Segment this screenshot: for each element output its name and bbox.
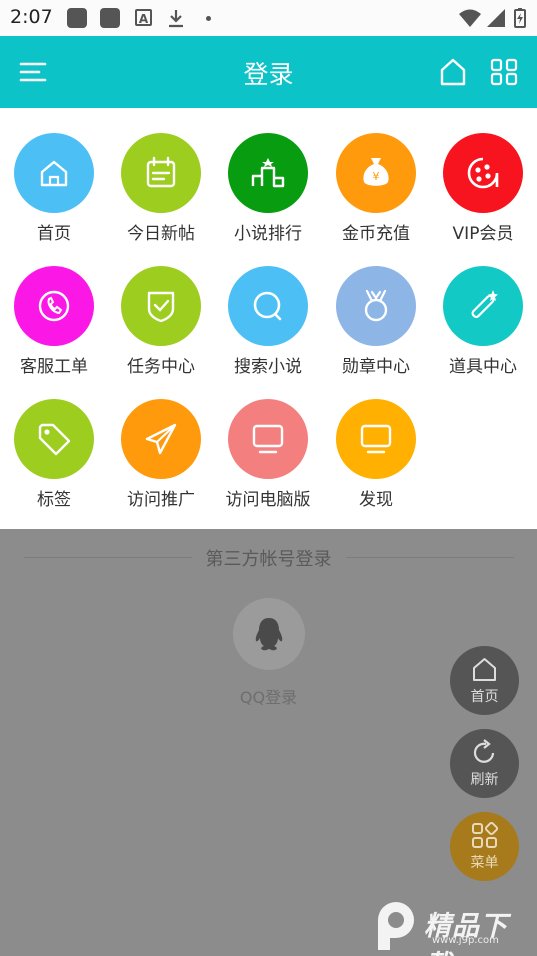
- medal-icon: [364, 289, 388, 322]
- refresh-icon: [473, 739, 495, 763]
- grid-item-circle: [336, 399, 416, 479]
- grid-item-label: 首页: [37, 224, 71, 244]
- watermark-text: 精品下载: [424, 911, 508, 956]
- app-icon: [100, 8, 120, 28]
- title-bar: 登录: [0, 36, 537, 108]
- phone-icon: [38, 290, 70, 322]
- grid-item[interactable]: 任务中心: [107, 266, 215, 396]
- grid-item-circle: [14, 133, 94, 213]
- status-bar: 2:07 A: [0, 0, 537, 36]
- grid-item[interactable]: VIP会员: [429, 133, 537, 263]
- grid-item[interactable]: 今日新帖: [107, 133, 215, 263]
- grid-item-circle: [121, 266, 201, 346]
- grid-item[interactable]: 客服工单: [0, 266, 108, 396]
- battery-icon: [514, 8, 526, 28]
- grid-item[interactable]: 首页: [0, 133, 108, 263]
- dot-icon: [206, 16, 211, 21]
- font-icon: A: [135, 9, 152, 26]
- fab-label: 首页: [470, 689, 499, 705]
- check-shield-icon: [147, 291, 175, 323]
- wifi-icon: [459, 9, 481, 27]
- grid-item[interactable]: 道具中心: [429, 266, 537, 396]
- download-icon: [169, 10, 183, 28]
- home-icon[interactable]: [437, 56, 469, 88]
- watermark-url: www.j9p.com: [432, 935, 499, 946]
- grid-item[interactable]: 标签: [0, 399, 108, 529]
- grid-item-label: 访问电脑版: [225, 490, 311, 510]
- grid-item-label: VIP会员: [452, 224, 514, 244]
- podium-icon: [251, 158, 285, 188]
- signal-icon: [487, 9, 505, 27]
- grid-item-label: 搜索小说: [234, 357, 302, 377]
- grid-item-circle: [228, 133, 308, 213]
- status-time: 2:07: [10, 6, 53, 28]
- calendar-icon: [146, 156, 176, 188]
- grid-item-circle: [443, 266, 523, 346]
- float-refresh-button[interactable]: 刷新: [450, 729, 519, 798]
- grid-item-label: 发现: [359, 490, 393, 510]
- monitor-icon: [360, 424, 392, 454]
- qq-penguin-icon: [255, 618, 283, 651]
- grid-item-circle: [14, 266, 94, 346]
- search-icon: [253, 291, 282, 321]
- grid-item[interactable]: ¥ 金币充值: [322, 133, 430, 263]
- grid-item-label: 标签: [37, 490, 71, 510]
- grid-item-label: 访问推广: [127, 490, 195, 510]
- grid-item-label: 小说排行: [234, 224, 302, 244]
- grid-item[interactable]: 访问推广: [107, 399, 215, 529]
- svg-text:¥: ¥: [373, 170, 380, 183]
- grid-item-circle: [443, 133, 523, 213]
- grid-item[interactable]: 小说排行: [214, 133, 322, 263]
- film-reel-icon: [467, 157, 499, 189]
- float-home-button[interactable]: 首页: [450, 646, 519, 715]
- grid-item[interactable]: 访问电脑版: [214, 399, 322, 529]
- tag-icon: [38, 423, 71, 456]
- grid-item-label: 任务中心: [127, 357, 195, 377]
- float-menu-button[interactable]: 菜单: [450, 812, 519, 881]
- qq-login-button[interactable]: [233, 598, 305, 670]
- grid-item-circle: ¥: [336, 133, 416, 213]
- grid-item-circle: [228, 399, 308, 479]
- money-bag-icon: ¥: [363, 158, 389, 186]
- fab-label: 刷新: [470, 772, 499, 788]
- grid-item[interactable]: 勋章中心: [322, 266, 430, 396]
- grid-item-label: 今日新帖: [127, 224, 195, 244]
- fab-label: 菜单: [470, 855, 499, 871]
- grid-item-label: 客服工单: [20, 357, 88, 377]
- home-icon: [40, 160, 68, 187]
- grid-item-circle: [121, 133, 201, 213]
- home-icon: [473, 658, 496, 681]
- magic-wand-icon: [471, 290, 498, 319]
- monitor-icon: [252, 424, 284, 454]
- watermark: 精品下载 www.j9p.com: [372, 900, 532, 956]
- nav-grid: 首页 今日新帖 小说排行 ¥ 金币充值 VIP会员客服工单 任务中心 搜索小说 勋章中心 道具中心…: [0, 108, 537, 529]
- grid-item-label: 金币充值: [342, 224, 410, 244]
- grid-item[interactable]: 搜索小说: [214, 266, 322, 396]
- third-party-heading: 第三方帐号登录: [205, 549, 332, 570]
- grid-item[interactable]: 发现: [322, 399, 430, 529]
- grid-item-circle: [228, 266, 308, 346]
- grid-icon: [472, 822, 498, 848]
- app-icon: [67, 8, 87, 28]
- grid-icon[interactable]: [488, 56, 520, 88]
- grid-item-circle: [336, 266, 416, 346]
- grid-item-label: 勋章中心: [342, 357, 410, 377]
- paper-plane-icon: [145, 423, 177, 455]
- grid-item-circle: [121, 399, 201, 479]
- watermark-logo-icon: [378, 902, 414, 950]
- grid-item-circle: [14, 399, 94, 479]
- grid-item-label: 道具中心: [449, 357, 517, 377]
